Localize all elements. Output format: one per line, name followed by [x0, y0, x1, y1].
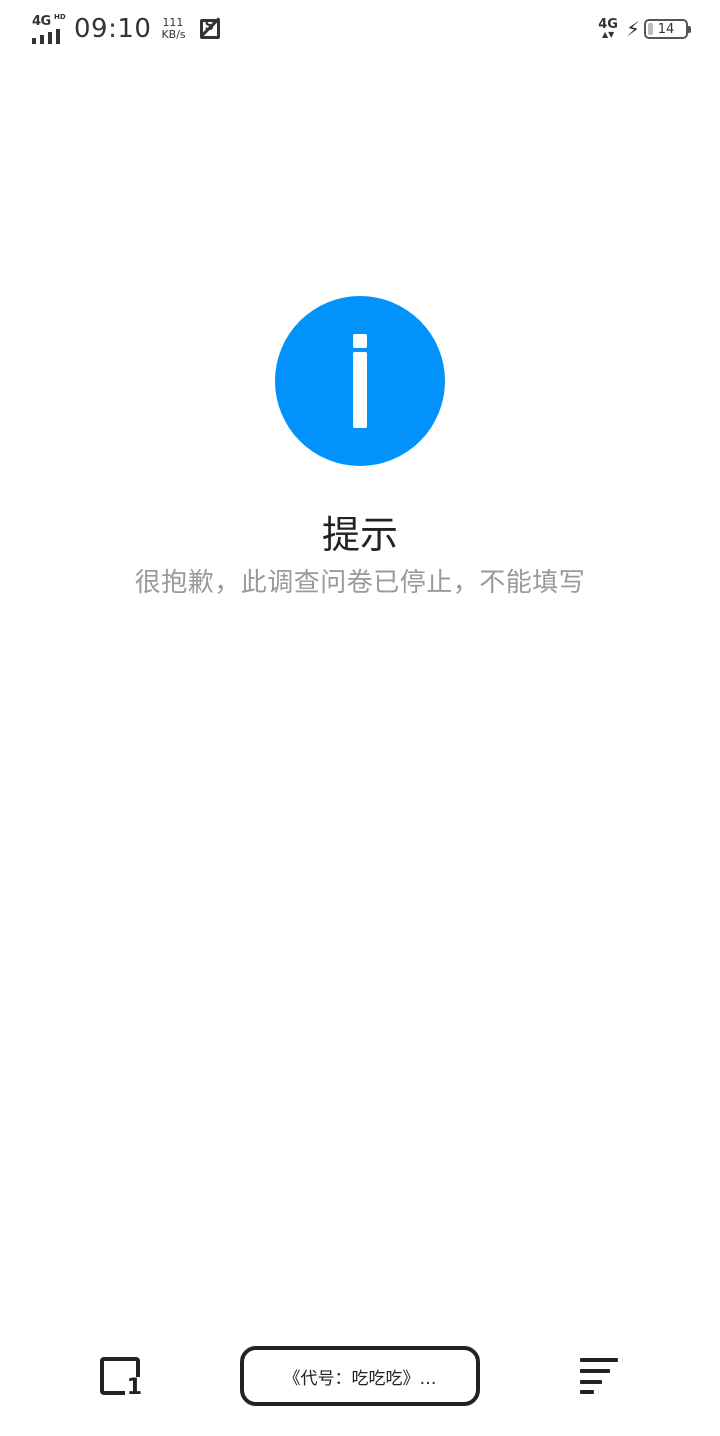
charging-icon: ⚡ [625, 17, 640, 41]
network-speed: 111 KB/s [161, 17, 185, 41]
address-bar[interactable]: 《代号：吃吃吃》… [240, 1346, 480, 1406]
screenshot-icon [199, 19, 220, 39]
info-icon [275, 296, 445, 466]
status-left: 4G HD 09:10 111 KB/s [32, 12, 220, 46]
info-icon-dot [353, 334, 367, 348]
battery-icon: 14 [644, 19, 691, 39]
battery-level: 14 [657, 21, 675, 37]
battery-fill [648, 23, 653, 35]
page-title: 提示 [321, 513, 398, 557]
info-icon-stem [353, 352, 367, 428]
clock: 09:10 [74, 14, 152, 44]
network-type-label: 4G [32, 14, 51, 29]
status-bar: 4G HD 09:10 111 KB/s 4G ▲▼ ⚡ 14 [0, 0, 720, 58]
notice-message: 很抱歉，此调查问卷已停止，不能填写 [134, 568, 586, 598]
signal-icon: 4G HD [32, 13, 68, 44]
tab-count: 1 [124, 1375, 142, 1400]
data-activity-icon: 4G ▲▼ [598, 17, 618, 39]
tabs-button[interactable]: 1 [100, 1357, 142, 1399]
status-right: 4G ▲▼ ⚡ 14 [598, 14, 691, 44]
hd-badge: HD [54, 13, 66, 21]
menu-icon[interactable] [580, 1358, 620, 1394]
network-speed-unit: KB/s [161, 28, 186, 41]
screen: 4G HD 09:10 111 KB/s 4G ▲▼ ⚡ 14 [0, 0, 720, 1436]
